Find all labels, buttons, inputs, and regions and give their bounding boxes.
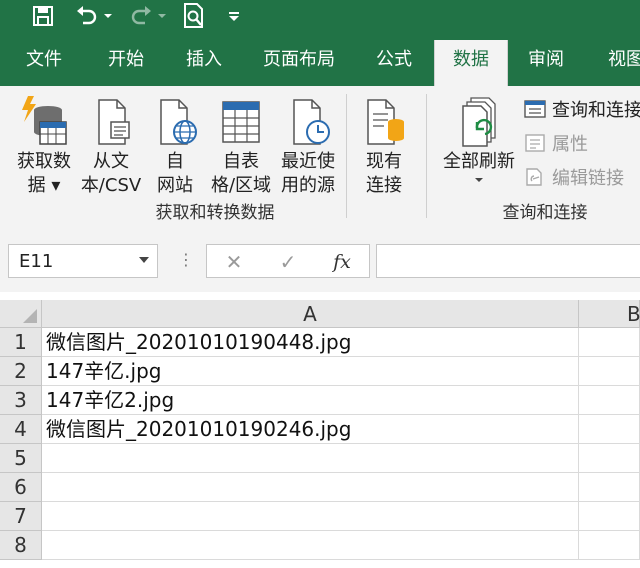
cell-b3[interactable] xyxy=(579,386,640,415)
cell-a1[interactable]: 微信图片_20201010190448.jpg xyxy=(42,328,579,357)
row-header[interactable]: 8 xyxy=(0,531,42,560)
refresh-all-label: 全部刷新 xyxy=(443,151,515,172)
ribbon: 获取数 据 ▾ 从文 本/CSV 自 网站 自表 格/区域 最近使 用的源 现有… xyxy=(0,86,640,231)
tab-view[interactable]: 视图 xyxy=(596,34,640,86)
get-data-label: 获取数 据 ▾ xyxy=(17,151,71,196)
ribbon-group-separator xyxy=(426,94,427,218)
refresh-all-icon xyxy=(462,97,496,147)
existing-connections-button[interactable]: 现有 连接 xyxy=(352,94,416,198)
cell-a5[interactable] xyxy=(42,444,579,473)
formula-input[interactable] xyxy=(376,244,640,278)
spreadsheet-grid: A B 1 微信图片_20201010190448.jpg 2 147辛亿.jp… xyxy=(0,300,640,568)
queries-connections-label: 查询和连接 xyxy=(552,100,640,121)
row-header[interactable]: 4 xyxy=(0,415,42,444)
column-header-b[interactable]: B xyxy=(579,300,640,328)
from-web-icon xyxy=(160,99,197,145)
tab-page-layout[interactable]: 页面布局 xyxy=(254,34,344,86)
cell-b2[interactable] xyxy=(579,357,640,386)
save-icon[interactable] xyxy=(30,4,56,28)
group-label-get-transform: 获取和转换数据 xyxy=(155,203,275,223)
name-box-dropdown-icon[interactable] xyxy=(139,257,149,263)
refresh-dropdown-icon[interactable] xyxy=(474,176,484,184)
existing-connections-label: 现有 连接 xyxy=(366,151,402,196)
name-box[interactable]: E11 xyxy=(8,244,158,278)
queries-connections-icon xyxy=(524,100,546,118)
properties-button[interactable]: 属性 xyxy=(524,130,588,156)
row-header[interactable]: 1 xyxy=(0,328,42,357)
from-web-button[interactable]: 自 网站 xyxy=(148,94,202,198)
cell-a4[interactable]: 微信图片_20201010190246.jpg xyxy=(42,415,579,444)
cell-a8[interactable] xyxy=(42,531,579,560)
cell-b7[interactable] xyxy=(579,502,640,531)
cell-b6[interactable] xyxy=(579,473,640,502)
cell-b5[interactable] xyxy=(579,444,640,473)
print-preview-icon[interactable] xyxy=(180,3,208,28)
recent-sources-label: 最近使 用的源 xyxy=(281,151,335,196)
edit-links-icon xyxy=(526,168,542,186)
from-table-range-icon xyxy=(222,101,260,143)
cell-a3[interactable]: 147辛亿2.jpg xyxy=(42,386,579,415)
column-header-a[interactable]: A xyxy=(42,300,579,328)
from-web-label: 自 网站 xyxy=(157,151,193,196)
formula-bar-resize-handle[interactable]: ⋮ xyxy=(178,250,194,269)
get-data-button[interactable]: 获取数 据 ▾ xyxy=(10,94,78,198)
from-table-range-label: 自表 格/区域 xyxy=(210,151,272,196)
row-header[interactable]: 7 xyxy=(0,502,42,531)
tab-review[interactable]: 审阅 xyxy=(516,34,576,86)
redo-dropdown-icon[interactable] xyxy=(156,4,168,28)
cancel-formula-icon[interactable]: ✕ xyxy=(219,248,249,276)
tab-home[interactable]: 开始 xyxy=(96,34,156,86)
edit-links-label: 编辑链接 xyxy=(552,168,624,189)
group-label-queries-connections: 查询和连接 xyxy=(502,203,588,223)
undo-icon[interactable] xyxy=(74,4,100,28)
ribbon-tabs: 文件 开始 插入 页面布局 公式 数据 审阅 视图 xyxy=(0,34,640,86)
insert-function-icon[interactable]: fx xyxy=(327,248,357,276)
cell-b8[interactable] xyxy=(579,531,640,560)
edit-links-button[interactable]: 编辑链接 xyxy=(524,164,624,190)
cell-a7[interactable] xyxy=(42,502,579,531)
existing-connections-icon xyxy=(367,99,404,145)
tab-data[interactable]: 数据 xyxy=(434,40,508,86)
properties-label: 属性 xyxy=(552,134,588,155)
customize-qat-icon[interactable] xyxy=(226,4,242,28)
cell-a6[interactable] xyxy=(42,473,579,502)
row-header[interactable]: 5 xyxy=(0,444,42,473)
cell-b1[interactable] xyxy=(579,328,640,357)
row-header[interactable]: 6 xyxy=(0,473,42,502)
redo-icon[interactable] xyxy=(128,4,154,28)
get-data-icon xyxy=(22,96,67,145)
cell-b4[interactable] xyxy=(579,415,640,444)
enter-formula-icon[interactable]: ✓ xyxy=(273,248,303,276)
select-all-triangle-icon xyxy=(23,309,37,323)
row-header[interactable]: 3 xyxy=(0,386,42,415)
cell-a2[interactable]: 147辛亿.jpg xyxy=(42,357,579,386)
quick-access-toolbar xyxy=(0,0,640,34)
recent-sources-icon xyxy=(293,99,330,145)
formula-buttons: ✕ ✓ fx xyxy=(206,244,370,278)
properties-icon xyxy=(525,134,545,152)
tab-formulas[interactable]: 公式 xyxy=(364,34,424,86)
from-text-csv-icon xyxy=(98,99,130,145)
from-text-csv-label: 从文 本/CSV xyxy=(80,151,142,196)
tab-insert[interactable]: 插入 xyxy=(174,34,234,86)
tab-file[interactable]: 文件 xyxy=(14,34,74,86)
undo-dropdown-icon[interactable] xyxy=(102,4,114,28)
recent-sources-button[interactable]: 最近使 用的源 xyxy=(276,94,340,198)
from-table-range-button[interactable]: 自表 格/区域 xyxy=(204,94,278,198)
formula-bar-area: E11 ⋮ ✕ ✓ fx xyxy=(0,230,640,292)
refresh-all-button[interactable]: 全部刷新 xyxy=(436,94,522,184)
ribbon-separator xyxy=(346,94,347,218)
queries-connections-button[interactable]: 查询和连接 xyxy=(524,96,640,122)
name-box-value: E11 xyxy=(19,251,54,272)
from-text-csv-button[interactable]: 从文 本/CSV xyxy=(76,94,146,198)
row-header[interactable]: 2 xyxy=(0,357,42,386)
select-all-corner[interactable] xyxy=(0,300,42,328)
